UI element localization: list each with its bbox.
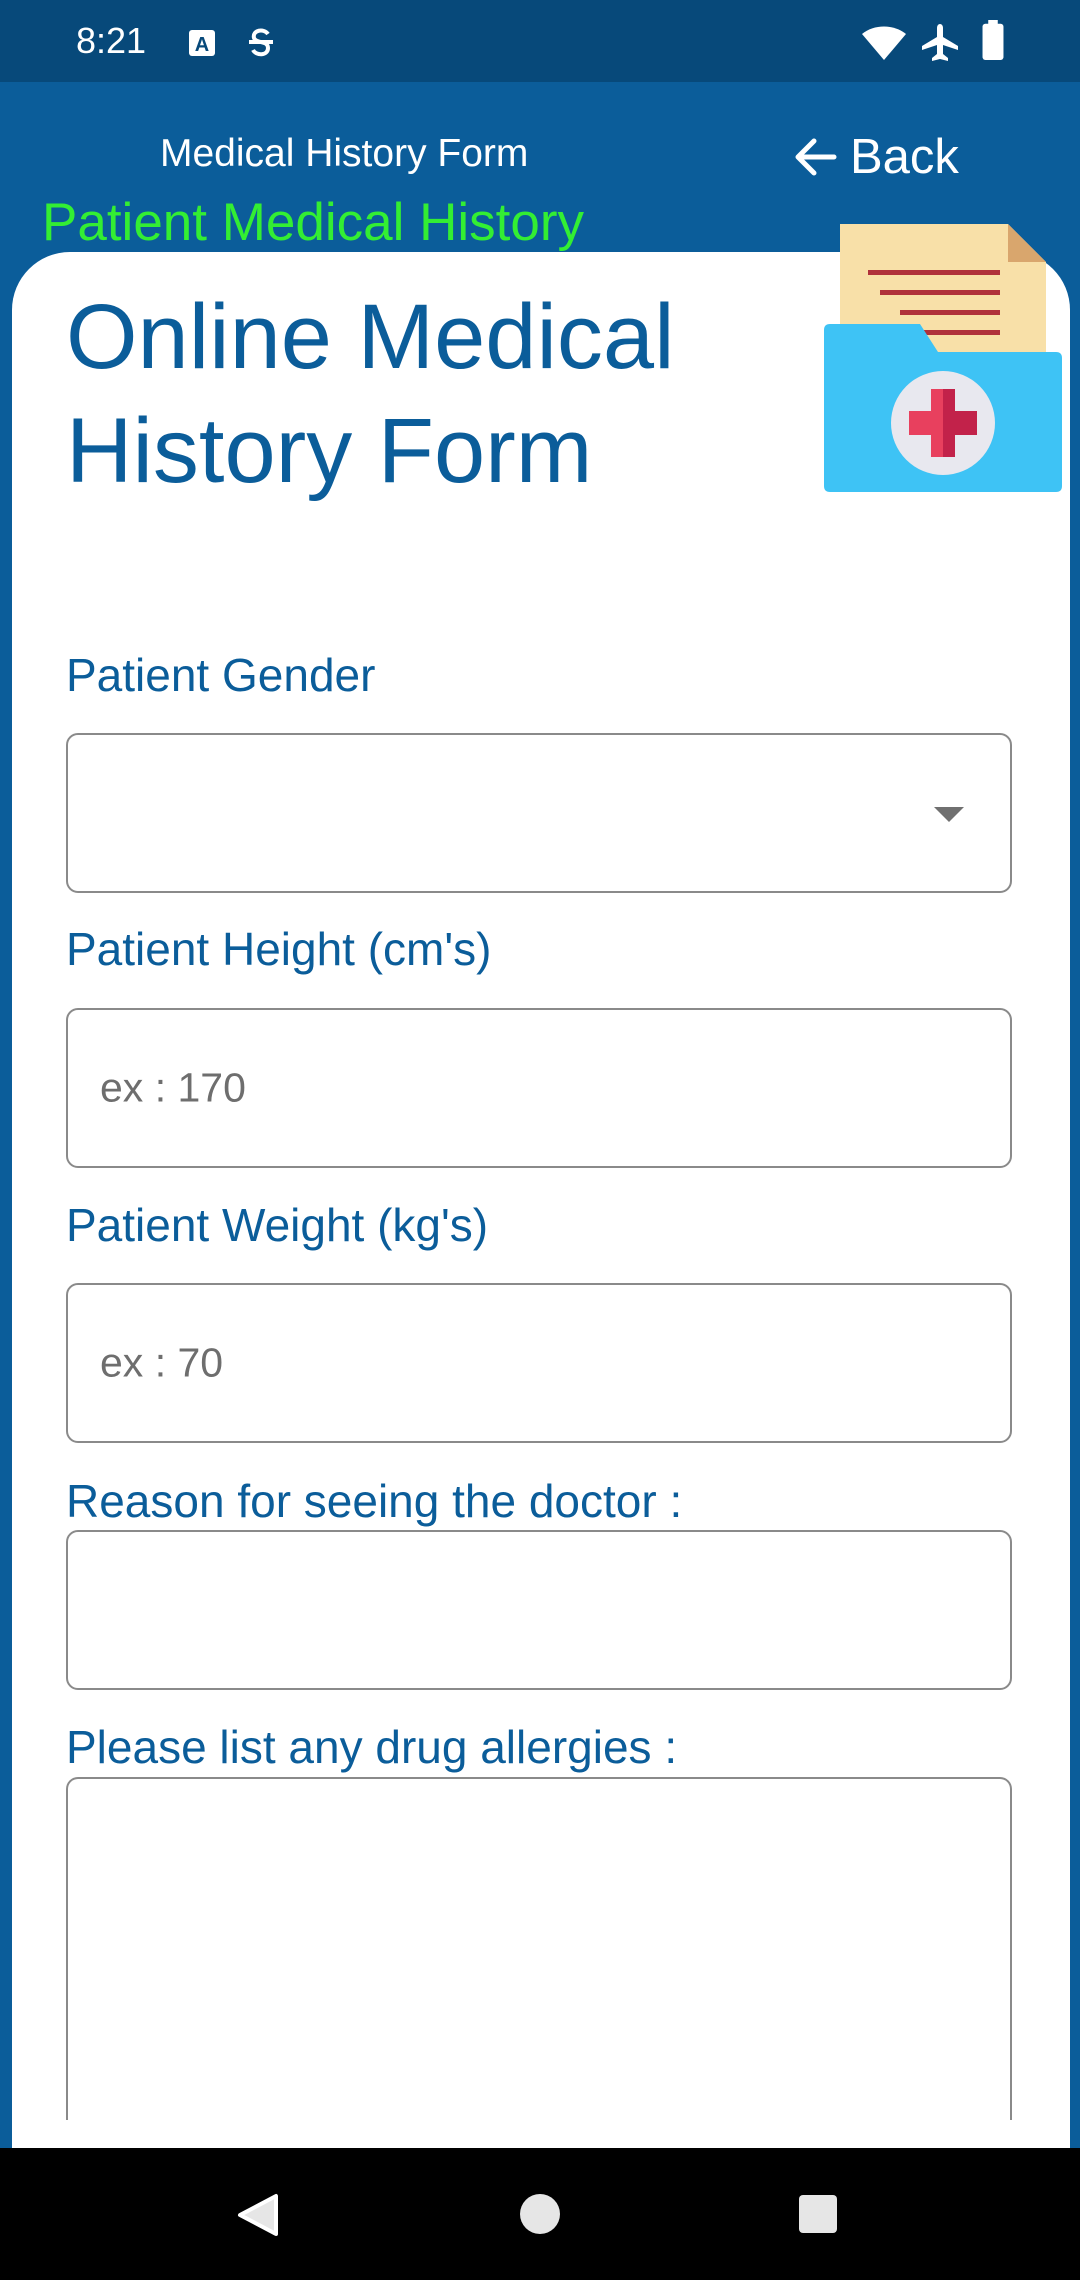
height-placeholder: ex : 170	[100, 1064, 246, 1111]
weight-input[interactable]: ex : 70	[66, 1283, 1012, 1443]
reason-input[interactable]	[66, 1530, 1012, 1690]
height-input[interactable]: ex : 170	[66, 1008, 1012, 1168]
a-box-icon: A	[189, 30, 215, 56]
back-label: Back	[850, 130, 959, 184]
gender-label: Patient Gender	[66, 649, 376, 701]
svg-text:A: A	[195, 34, 209, 56]
status-time: 8:21	[76, 20, 147, 61]
allergies-label: Please list any drug allergies :	[66, 1721, 678, 1773]
weight-placeholder: ex : 70	[100, 1339, 224, 1386]
weight-label: Patient Weight (kg's)	[66, 1199, 489, 1251]
allergies-input[interactable]	[66, 1777, 1012, 2121]
arrow-left-icon	[795, 138, 837, 176]
gender-dropdown[interactable]	[66, 733, 1012, 893]
recents-square-icon[interactable]	[798, 2194, 838, 2234]
wifi-icon	[862, 26, 906, 60]
sync-s-icon	[249, 28, 273, 57]
back-button[interactable]: Back	[792, 122, 959, 192]
medical-folder-icon	[824, 224, 1062, 492]
height-label: Patient Height (cm's)	[66, 923, 492, 975]
navigation-bar	[0, 2148, 1080, 2280]
status-bar: 8:21 A	[0, 0, 1080, 82]
airplane-icon	[922, 24, 958, 61]
home-circle-icon[interactable]	[518, 2192, 562, 2236]
reason-label: Reason for seeing the doctor :	[66, 1475, 683, 1527]
back-triangle-icon[interactable]	[236, 2192, 280, 2238]
page-title: Online Medical History Form	[66, 286, 675, 502]
dropdown-arrow-icon	[934, 807, 964, 822]
app-title: Medical History Form	[160, 132, 529, 175]
card-bottom	[12, 2120, 1070, 2148]
battery-icon	[982, 20, 1004, 60]
page-subtitle: Patient Medical History	[42, 193, 584, 252]
